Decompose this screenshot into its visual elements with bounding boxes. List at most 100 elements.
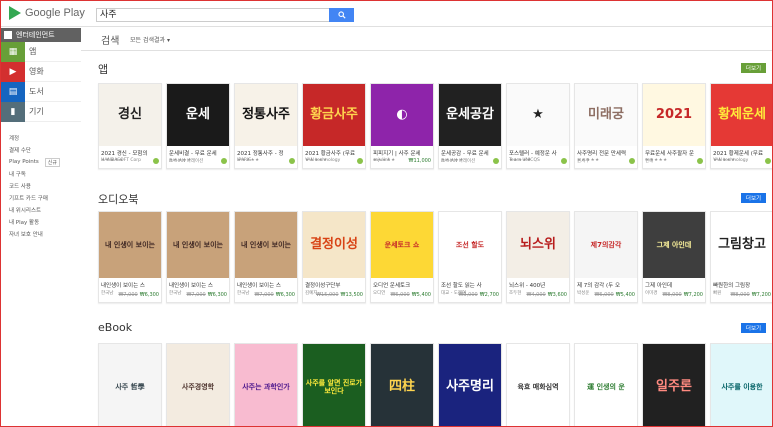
card-title[interactable]: 사주명리 전문 만세력 [575, 146, 637, 157]
cover-image[interactable]: 황제운세 [711, 84, 772, 146]
search-box[interactable]: 사주 [96, 8, 354, 22]
sidebar-link-wishlist[interactable]: 내 위시리스트 [9, 204, 81, 216]
ebook-card[interactable]: 사주를 이용한 [710, 343, 772, 426]
sidebar-link-activity[interactable]: 내 Play 활동 [9, 216, 81, 228]
app-card[interactable]: 운세 운세비결 - 무료 운세 DAHAN 나래이션 ★★★★★ [166, 83, 230, 169]
cover-image[interactable]: 四柱 [371, 344, 433, 426]
ebook-card[interactable]: 육효 매화심역 [506, 343, 570, 426]
sidebar-item-devices[interactable]: ▮ 기기 [1, 101, 81, 122]
cover-image[interactable]: 사주경영학 [167, 344, 229, 426]
cover-image[interactable]: 내 인생이 보이는 [167, 212, 229, 278]
sidebar-item-apps[interactable]: ▦ 앱 [1, 41, 81, 62]
card-title[interactable]: 제 7의 감각 (두 오 [575, 278, 637, 289]
book-card[interactable]: 결정이성 결정이성구단부 김예지 ₩15,000 ₩13,500 [302, 211, 366, 303]
cover-image[interactable]: 그림창고 [711, 212, 772, 278]
card-title[interactable]: 포스텔러 - 예정운 사 [507, 146, 569, 157]
card-title[interactable]: 뇌스위 - 400년 [507, 278, 569, 289]
card-title[interactable]: 내인생이 보이는 스 [235, 278, 297, 289]
cover-image[interactable]: 運 인생의 운 [575, 344, 637, 426]
book-card[interactable]: 제7의감각 제 7의 감각 (두 오 박성운 ₩6,000 ₩5,400 [574, 211, 638, 303]
cover-image[interactable]: 결정이성 [303, 212, 365, 278]
ebook-card[interactable]: 運 인생의 운 [574, 343, 638, 426]
cover-image[interactable]: 내 인생이 보이는 [99, 212, 161, 278]
book-card[interactable]: 뇌스위 뇌스위 - 400년 조두현 ₩4,000 ₩3,600 [506, 211, 570, 303]
search-button[interactable] [329, 8, 354, 22]
cover-image[interactable]: 육효 매화심역 [507, 344, 569, 426]
cover-image[interactable]: 사주는 과학인가 [235, 344, 297, 426]
cover-image[interactable]: 운세 [167, 84, 229, 146]
cover-image[interactable]: 일주론 [643, 344, 705, 426]
sidebar-entertainment[interactable]: 엔터테인먼트 [1, 28, 81, 42]
sidebar-link-payment[interactable]: 결제 수단 [9, 144, 81, 156]
app-card[interactable]: ★ 포스텔러 - 예정운 사 Team UNICQS ★★★★★ [506, 83, 570, 169]
app-card[interactable]: 황금사주 2021 황금사주 (무료 YAN technology ★★★★★ [302, 83, 366, 169]
cover-image[interactable]: ★ [507, 84, 569, 146]
cover-image[interactable]: 황금사주 [303, 84, 365, 146]
cover-image[interactable]: 2021 [643, 84, 705, 146]
card-title[interactable]: 운세비결 - 무료 운세 [167, 146, 229, 157]
book-card[interactable]: 운세토크 쇼 오디언 운세토크 오디언 ₩6,000 ₩5,400 [370, 211, 434, 303]
cover-image[interactable]: 사주 哲學 [99, 344, 161, 426]
card-title[interactable]: 2021 황금사주 (무료 [303, 146, 365, 157]
sidebar-link-subscriptions[interactable]: 내 구독 [9, 168, 81, 180]
book-card[interactable]: 조선 할도 조선 할도 읽는 사 대교 - 도래여 ₩3,000 ₩2,700 [438, 211, 502, 303]
google-play-logo[interactable]: Google Play [9, 6, 85, 20]
card-title[interactable]: 내인생이 보이는 스 [167, 278, 229, 289]
sidebar-item-books[interactable]: ▤ 도서 [1, 81, 81, 102]
ebooks-more-button[interactable]: 더보기 [741, 323, 766, 333]
app-card[interactable]: 운세공감 운세공감 - 무료 운세 DAHAN 나래이션 ★★★★★ [438, 83, 502, 169]
card-title[interactable]: 2021 정통사주 - 정 [235, 146, 297, 157]
app-card[interactable]: 황제운세 2021 황제운세 (무료 YAN technology ★★★★★ [710, 83, 772, 169]
card-title[interactable]: 2021 황제운세 (무료 [711, 146, 772, 157]
cover-image[interactable]: 운세토크 쇼 [371, 212, 433, 278]
results-filter-dropdown[interactable]: 모든 검색결과 ▾ [130, 35, 170, 44]
cover-image[interactable]: 뇌스위 [507, 212, 569, 278]
ebook-card[interactable]: 일주론 [642, 343, 706, 426]
audiobooks-more-button[interactable]: 더보기 [741, 193, 766, 203]
book-card[interactable]: 내 인생이 보이는 내인생이 보이는 스 한국남 ₩7,000 ₩6,300 [166, 211, 230, 303]
ebook-card[interactable]: 사주를 알면 진로가 보인다 [302, 343, 366, 426]
book-card[interactable]: 그림창고 빠원한의 그림장 빠원 ₩8,000 ₩7,200 [710, 211, 772, 303]
card-title[interactable]: 그제 아인데 [643, 278, 705, 289]
card-title[interactable]: 운세공감 - 무료 운세 [439, 146, 501, 157]
cover-image[interactable]: 사주명리 [439, 344, 501, 426]
book-card[interactable]: 내 인생이 보이는 내인생이 보이는 스 한국남 ₩7,000 ₩6,300 [98, 211, 162, 303]
ebook-card[interactable]: 사주 哲學 [98, 343, 162, 426]
sidebar-link-gift-card[interactable]: 기프트 카드 구매 [9, 192, 81, 204]
card-title[interactable]: 2021 경신 - 모험의 [99, 146, 161, 157]
cover-image[interactable]: 운세공감 [439, 84, 501, 146]
sidebar-link-account[interactable]: 계정 [9, 132, 81, 144]
cover-image[interactable]: 사주를 알면 진로가 보인다 [303, 344, 365, 426]
cover-image[interactable]: 조선 할도 [439, 212, 501, 278]
card-title[interactable]: 조선 할도 읽는 사 [439, 278, 501, 289]
sidebar-link-redeem[interactable]: 코드 사용 [9, 180, 81, 192]
ebook-card[interactable]: 사주경영학 [166, 343, 230, 426]
card-title[interactable]: 내인생이 보이는 스 [99, 278, 161, 289]
cover-image[interactable]: 경신 [99, 84, 161, 146]
cover-image[interactable]: 제7의감각 [575, 212, 637, 278]
ebook-card[interactable]: 사주명리 [438, 343, 502, 426]
cover-image[interactable]: 사주를 이용한 [711, 344, 772, 426]
cover-image[interactable]: 미래궁 [575, 84, 637, 146]
app-card[interactable]: 경신 2021 경신 - 모험의 HANDASOFT Corp ★★★★★ [98, 83, 162, 169]
book-card[interactable]: 그제 아인데 그제 아인데 이미경 ₩8,000 ₩7,200 [642, 211, 706, 303]
app-card[interactable]: ◐ 피피지기 | 사주 운세 sajulink ★★★★★ ₩11,000 [370, 83, 434, 169]
cover-image[interactable]: 그제 아인데 [643, 212, 705, 278]
cover-image[interactable]: ◐ [371, 84, 433, 146]
app-card[interactable]: 2021 무료운세 사주팔자 운 연애 ★★★★★ [642, 83, 706, 169]
apps-more-button[interactable]: 더보기 [741, 63, 766, 73]
app-card[interactable]: 미래궁 사주명리 전문 만세력 원사주 ★★★★★ [574, 83, 638, 169]
sidebar-link-parent-guide[interactable]: 자녀 보호 안내 [9, 228, 81, 240]
ebook-card[interactable]: 사주는 과학인가 [234, 343, 298, 426]
ebook-card[interactable]: 四柱 [370, 343, 434, 426]
card-title[interactable]: 피피지기 | 사주 운세 [371, 146, 433, 157]
card-title[interactable]: 오디언 운세토크 [371, 278, 433, 289]
sidebar-item-movies[interactable]: ▶ 영화 [1, 61, 81, 82]
sidebar-link-play-points[interactable]: Play Points 신규 [9, 156, 81, 168]
search-input[interactable]: 사주 [100, 9, 117, 21]
cover-image[interactable]: 내 인생이 보이는 [235, 212, 297, 278]
card-title[interactable]: 빠원한의 그림장 [711, 278, 772, 289]
book-card[interactable]: 내 인생이 보이는 내인생이 보이는 스 한국남 ₩7,000 ₩6,300 [234, 211, 298, 303]
card-title[interactable]: 결정이성구단부 [303, 278, 365, 289]
cover-image[interactable]: 정통사주 [235, 84, 297, 146]
